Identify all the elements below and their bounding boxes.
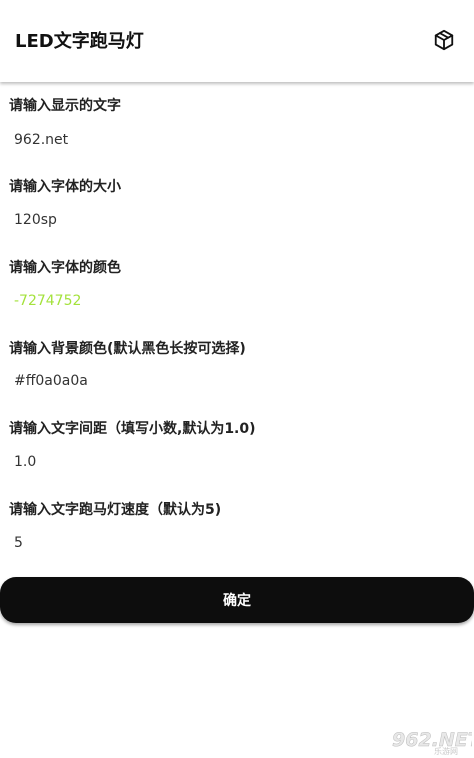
- background-color-label: 请输入背景颜色(默认黑色长按可选择): [9, 341, 246, 357]
- text-input[interactable]: [0, 122, 474, 158]
- font-size-label: 请输入字体的大小: [9, 179, 121, 195]
- cube-icon: [434, 29, 454, 51]
- cube-action-button[interactable]: [430, 26, 458, 54]
- marquee-speed-input[interactable]: [0, 525, 474, 561]
- marquee-speed-label: 请输入文字跑马灯速度（默认为5): [9, 502, 222, 518]
- letter-spacing-input[interactable]: [0, 444, 474, 480]
- app-bar: LED文字跑马灯: [0, 0, 474, 82]
- font-color-input[interactable]: [0, 283, 474, 319]
- background-color-input[interactable]: [0, 363, 474, 399]
- watermark-sub-text: 乐游网: [434, 746, 458, 755]
- confirm-button[interactable]: 确定: [0, 577, 474, 623]
- letter-spacing-label: 请输入文字间距（填写小数,默认为1.0): [9, 421, 256, 437]
- watermark-logo-text: 962.NET: [392, 729, 472, 751]
- font-color-label: 请输入字体的颜色: [9, 260, 121, 276]
- text-label: 请输入显示的文字: [9, 98, 121, 114]
- app-title: LED文字跑马灯: [15, 31, 144, 52]
- font-size-input[interactable]: [0, 202, 474, 238]
- watermark-logo: 962.NET 乐游网: [392, 729, 472, 755]
